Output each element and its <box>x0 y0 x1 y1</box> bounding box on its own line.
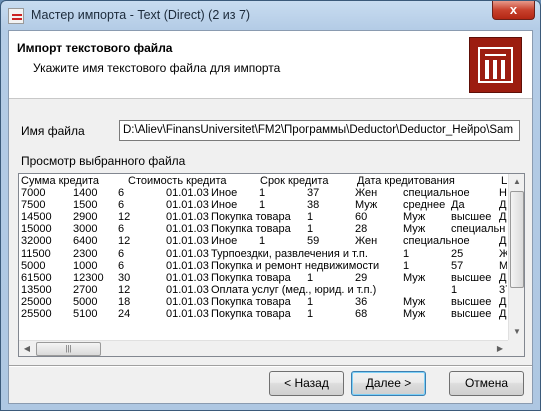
scroll-up-icon[interactable]: ▲ <box>509 174 524 190</box>
vertical-scroll-thumb[interactable] <box>510 191 524 288</box>
scroll-down-icon[interactable]: ▼ <box>509 324 524 340</box>
file-name-label: Имя файла <box>21 124 85 138</box>
import-table-icon <box>469 37 522 93</box>
import-wizard-window: Мастер импорта - Text (Direct) (2 из 7) … <box>0 0 541 411</box>
preview-row: 13500 2700 12 01.01.03 Оплата услуг (мед., ю… <box>21 283 507 296</box>
preview-row: 14500 2900 12 01.01.03 Покупка товара 1 60 Муж в… <box>21 211 507 224</box>
close-button[interactable]: x <box>492 1 535 20</box>
footer-divider <box>9 365 532 367</box>
preview-row: 25500 5100 24 01.01.03 Покупка товара 1 68 Муж в… <box>21 308 507 321</box>
preview-row: 7000 1400 6 01.01.03 Иное 1 37 Жен специальное Н <box>21 187 507 200</box>
file-path-field[interactable]: D:\Aliev\FinansUniversitet\FM2\Программы… <box>119 120 520 141</box>
cancel-button[interactable]: Отмена <box>449 371 524 396</box>
preview-text: Сумма кредита Стоимость кредита Срок кре… <box>21 175 507 341</box>
preview-row: 11500 2300 6 01.01.03 Турпоездки, развлечени… <box>21 247 507 260</box>
wizard-body: Импорт текстового файла Укажите имя текс… <box>8 30 533 404</box>
file-preview[interactable]: Сумма кредита Стоимость кредита Срок кре… <box>18 173 525 357</box>
file-path-value: D:\Aliev\FinansUniversitet\FM2\Программы… <box>123 124 514 136</box>
horizontal-scroll-thumb[interactable]: ||| <box>36 342 101 356</box>
next-button[interactable]: Далее > <box>351 371 426 396</box>
preview-row: 5000 1000 6 01.01.03 Покупка и ремонт недвиж… <box>21 259 507 272</box>
step-title: Импорт текстового файла <box>17 41 173 55</box>
horizontal-scrollbar[interactable]: ◀ ||| ▶ <box>19 340 508 356</box>
vertical-scrollbar[interactable]: ▲ ▼ <box>508 174 524 340</box>
scroll-right-icon[interactable]: ▶ <box>492 341 508 356</box>
preview-row: 61500 12300 30 01.01.03 Покупка товара 1 29 Муж… <box>21 271 507 284</box>
back-button[interactable]: < Назад <box>269 371 344 396</box>
app-icon <box>8 8 24 24</box>
window-title: Мастер импорта - Text (Direct) (2 из 7) <box>31 8 251 22</box>
scroll-left-icon[interactable]: ◀ <box>19 341 35 356</box>
title-bar[interactable]: Мастер импорта - Text (Direct) (2 из 7) … <box>1 1 540 30</box>
wizard-header: Импорт текстового файла Укажите имя текс… <box>9 31 532 99</box>
preview-label: Просмотр выбранного файла <box>21 154 186 168</box>
preview-row: 7500 1500 6 01.01.03 Иное 1 38 Муж среднее Да Д <box>21 199 507 212</box>
step-subtitle: Укажите имя текстового файла для импорта <box>33 61 281 75</box>
preview-header-row: Сумма кредита Стоимость кредита Срок кре… <box>21 175 507 187</box>
preview-row: 32000 6400 12 01.01.03 Иное 1 59 Жен специальное… <box>21 235 507 248</box>
preview-row: 25000 5000 18 01.01.03 Покупка товара 1 36 Муж в… <box>21 295 507 308</box>
preview-row: 15000 3000 6 01.01.03 Покупка товара 1 28 Муж сп… <box>21 223 506 236</box>
